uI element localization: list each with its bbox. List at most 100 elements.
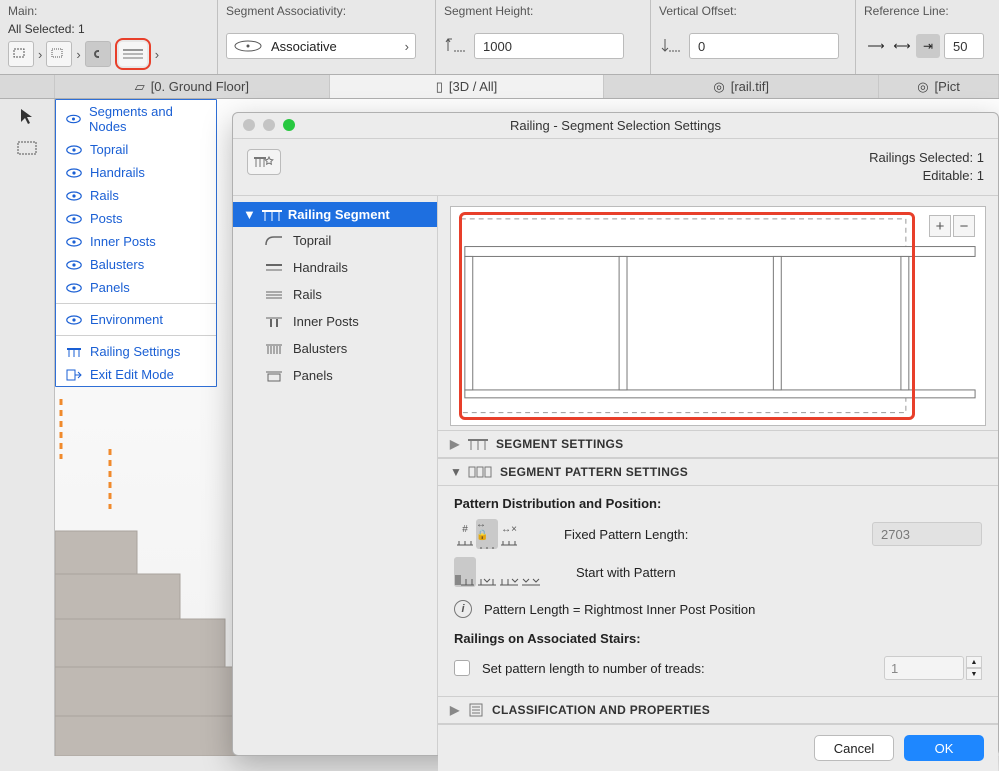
tab-floor[interactable]: ▱ [0. Ground Floor] (55, 75, 330, 98)
ref-value: 50 (953, 39, 967, 54)
seg-item-rails[interactable]: Rails (56, 184, 216, 207)
seg-item-exit[interactable]: Exit Edit Mode (56, 363, 216, 386)
minimize-icon[interactable] (263, 119, 275, 131)
section-title: CLASSIFICATION AND PROPERTIES (492, 703, 710, 717)
treads-label: Set pattern length to number of treads: (482, 661, 705, 676)
tri-down-icon: ▼ (243, 207, 256, 222)
chevron-right-icon: › (76, 47, 80, 62)
preview-highlight (459, 212, 915, 420)
seg-item-balusters[interactable]: Balusters (56, 253, 216, 276)
section-pattern-settings[interactable]: ▼ SEGMENT PATTERN SETTINGS (438, 458, 998, 486)
seg-item-label: Segments and Nodes (89, 104, 206, 134)
eye-icon (66, 191, 82, 201)
height-input[interactable]: 1000 (474, 33, 624, 59)
ref-edge-icons: ⟶ ⟷ ⇥ (864, 34, 940, 58)
treads-checkbox[interactable] (454, 660, 470, 676)
seg-item-handrails[interactable]: Handrails (56, 161, 216, 184)
cube-icon: ▯ (436, 79, 443, 95)
tab-3d-label: [3D / All] (449, 79, 497, 94)
seg-item-toprail[interactable]: Toprail (56, 138, 216, 161)
chevron-right-icon: › (38, 47, 42, 62)
dist-divide-icon[interactable]: # (454, 519, 476, 549)
seg-item-posts[interactable]: Posts (56, 207, 216, 230)
section-segment-settings[interactable]: ▶ SEGMENT SETTINGS (438, 430, 998, 458)
zoom-icon[interactable] (283, 119, 295, 131)
seg-item-label: Handrails (90, 165, 145, 180)
seg-item-segments-nodes[interactable]: Segments and Nodes (56, 100, 216, 138)
tab-3d[interactable]: ▯ [3D / All] (330, 75, 605, 98)
section-classification[interactable]: ▶ CLASSIFICATION AND PROPERTIES (438, 696, 998, 724)
stairs-head: Railings on Associated Stairs: (454, 631, 982, 646)
chevron-right-icon: › (405, 39, 409, 54)
tree-panels[interactable]: Panels (233, 362, 437, 389)
tab-pict[interactable]: ◎ [Pict (879, 75, 999, 98)
tree-label: Panels (293, 368, 333, 383)
pos-both-icon[interactable] (520, 557, 542, 587)
tree-label: Balusters (293, 341, 347, 356)
close-icon[interactable] (243, 119, 255, 131)
cancel-button[interactable]: Cancel (814, 735, 894, 761)
pattern-dist-head: Pattern Distribution and Position: (454, 496, 982, 511)
eye-icon (66, 315, 82, 325)
distribution-icons: # ↔🔒 ↔× (454, 519, 520, 549)
assoc-dropdown[interactable]: Associative › (226, 33, 416, 59)
selection-icon[interactable] (8, 41, 34, 67)
voffset-value: 0 (698, 39, 705, 54)
fixed-length-input: 2703 (872, 522, 982, 546)
height-icon (444, 35, 470, 58)
arrow-tool-icon[interactable] (12, 105, 42, 127)
seg-item-innerposts[interactable]: Inner Posts (56, 230, 216, 253)
treads-input: 1 (884, 656, 964, 680)
ref-right-icon[interactable]: ⇥ (916, 34, 940, 58)
tree-railing-segment[interactable]: ▼ Railing Segment (233, 202, 437, 227)
step-up-icon[interactable]: ▲ (966, 656, 982, 668)
link-icon[interactable] (85, 41, 111, 67)
camera-icon: ◎ (917, 79, 928, 95)
ref-left-icon[interactable]: ⟶ (864, 34, 888, 58)
info-text: Pattern Length = Rightmost Inner Post Po… (484, 602, 755, 617)
voffset-input[interactable]: 0 (689, 33, 839, 59)
pos-start-icon[interactable] (454, 557, 476, 587)
zoom-out-button[interactable]: − (953, 215, 975, 237)
tab-pict-label: [Pict (935, 79, 960, 94)
tree-rails[interactable]: Rails (233, 281, 437, 308)
seg-item-label: Exit Edit Mode (90, 367, 174, 382)
ref-input[interactable]: 50 (944, 33, 984, 59)
preview-zoom: + − (929, 215, 975, 237)
balusters-icon (265, 343, 283, 355)
tree-balusters[interactable]: Balusters (233, 335, 437, 362)
zoom-in-button[interactable]: + (929, 215, 951, 237)
chevron-right-icon: › (155, 47, 159, 62)
seg-item-panels[interactable]: Panels (56, 276, 216, 299)
pos-center-icon[interactable] (476, 557, 498, 587)
segment-preview[interactable]: + − (450, 206, 986, 426)
fixed-length-label: Fixed Pattern Length: (564, 527, 688, 542)
railing-icon (66, 346, 82, 358)
component-tree: ▼ Railing Segment Toprail Handrails Rail… (233, 196, 438, 755)
pos-end-icon[interactable] (498, 557, 520, 587)
ok-button[interactable]: OK (904, 735, 984, 761)
treads-stepper[interactable]: ▲▼ (966, 656, 982, 680)
dist-fixed-icon[interactable]: ↔🔒 (476, 519, 498, 549)
segment-mode-button[interactable] (119, 42, 147, 66)
pattern-form: Pattern Distribution and Position: # ↔🔒 … (438, 486, 998, 696)
marquee-icon[interactable] (46, 41, 72, 67)
tree-toprail[interactable]: Toprail (233, 227, 437, 254)
seg-item-environment[interactable]: Environment (56, 308, 216, 331)
dialog-titlebar[interactable]: Railing - Segment Selection Settings (233, 113, 998, 139)
dist-max-icon[interactable]: ↔× (498, 519, 520, 549)
start-pattern-label: Start with Pattern (576, 565, 676, 580)
seg-item-label: Toprail (90, 142, 128, 157)
assoc-label: Segment Associativity: (226, 4, 427, 18)
toolbar-voffset: Vertical Offset: 0 (651, 0, 856, 74)
step-down-icon[interactable]: ▼ (966, 668, 982, 680)
tree-innerposts[interactable]: Inner Posts (233, 308, 437, 335)
tab-rail[interactable]: ◎ [rail.tif] (604, 75, 879, 98)
favorites-button[interactable] (247, 149, 281, 175)
seg-item-railing-settings[interactable]: Railing Settings (56, 340, 216, 363)
tree-handrails[interactable]: Handrails (233, 254, 437, 281)
tri-right-icon: ▶ (450, 437, 460, 451)
ref-center-icon[interactable]: ⟷ (890, 34, 914, 58)
marquee-tool-icon[interactable] (12, 137, 42, 159)
assoc-value: Associative (271, 39, 337, 54)
